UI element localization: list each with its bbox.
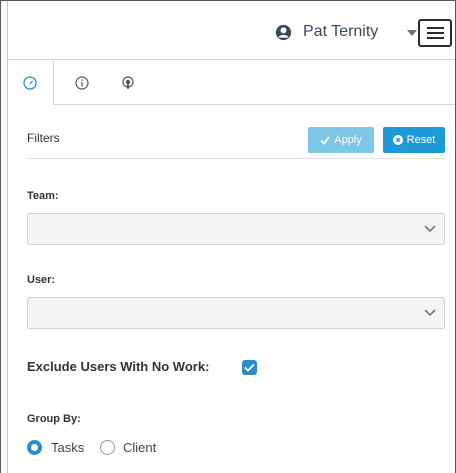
filters-title: Filters bbox=[27, 131, 60, 145]
podcast-icon bbox=[122, 76, 134, 89]
apply-button[interactable]: Apply bbox=[308, 127, 374, 153]
close-circle-icon bbox=[392, 135, 403, 145]
user-label: User: bbox=[27, 274, 56, 286]
chevron-down-icon[interactable] bbox=[407, 30, 417, 36]
hamburger-menu-icon bbox=[427, 27, 444, 29]
hamburger-menu-button[interactable] bbox=[418, 19, 452, 47]
tab-bar bbox=[8, 61, 456, 106]
group-by-client-label[interactable]: Client bbox=[123, 440, 156, 455]
group-by-tasks-radio[interactable] bbox=[27, 440, 42, 455]
user-select[interactable] bbox=[27, 297, 445, 329]
team-label: Team: bbox=[27, 190, 59, 202]
dashboard-gauge-icon bbox=[23, 76, 37, 90]
chevron-down-icon bbox=[424, 309, 436, 317]
tab-podcast[interactable] bbox=[106, 61, 152, 105]
user-name[interactable]: Pat Ternity bbox=[303, 23, 378, 41]
user-circle-icon bbox=[275, 24, 292, 41]
apply-button-label: Apply bbox=[334, 134, 362, 146]
top-header: Pat Ternity bbox=[8, 0, 456, 60]
info-icon bbox=[75, 76, 89, 90]
chevron-down-icon bbox=[424, 225, 436, 233]
check-icon bbox=[244, 363, 255, 372]
team-select[interactable] bbox=[27, 213, 445, 245]
exclude-users-label: Exclude Users With No Work: bbox=[27, 359, 210, 374]
group-by-tasks-label[interactable]: Tasks bbox=[51, 440, 84, 455]
left-edge-panel bbox=[0, 0, 8, 473]
exclude-users-checkbox[interactable] bbox=[242, 360, 257, 375]
reset-button-label: Reset bbox=[406, 134, 436, 146]
reset-button[interactable]: Reset bbox=[383, 127, 445, 153]
group-by-label: Group By: bbox=[27, 413, 81, 425]
check-icon bbox=[320, 136, 330, 145]
group-by-client-radio[interactable] bbox=[100, 440, 115, 455]
divider bbox=[27, 158, 445, 159]
tab-info[interactable] bbox=[60, 61, 106, 105]
tab-dashboard[interactable] bbox=[8, 61, 54, 106]
